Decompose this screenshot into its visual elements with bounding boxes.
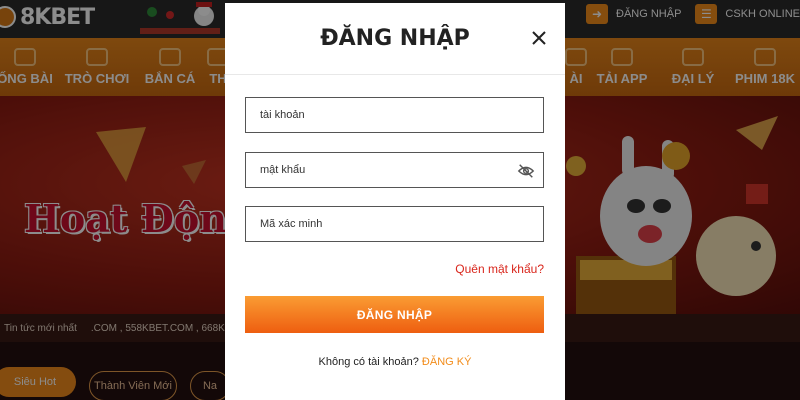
eye-slash-icon[interactable] [517, 163, 535, 179]
password-field [245, 152, 544, 188]
username-field [245, 97, 544, 133]
close-icon[interactable] [527, 26, 551, 50]
captcha-input[interactable] [246, 207, 543, 241]
modal-header: ĐĂNG NHẬP [225, 3, 565, 75]
login-modal: ĐĂNG NHẬP Quên mật khẩu? ĐĂNG NHẬP Không… [225, 3, 565, 400]
forgot-password-link[interactable]: Quên mật khẩu? [455, 262, 544, 276]
login-button[interactable]: ĐĂNG NHẬP [245, 296, 544, 333]
no-account-text: Không có tài khoản? [318, 356, 419, 368]
captcha-field [245, 206, 544, 242]
modal-title: ĐĂNG NHẬP [320, 26, 470, 51]
signup-line: Không có tài khoản? ĐĂNG KÝ [225, 356, 565, 368]
password-input[interactable] [246, 153, 543, 187]
username-input[interactable] [246, 98, 543, 132]
register-link[interactable]: ĐĂNG KÝ [422, 356, 472, 368]
